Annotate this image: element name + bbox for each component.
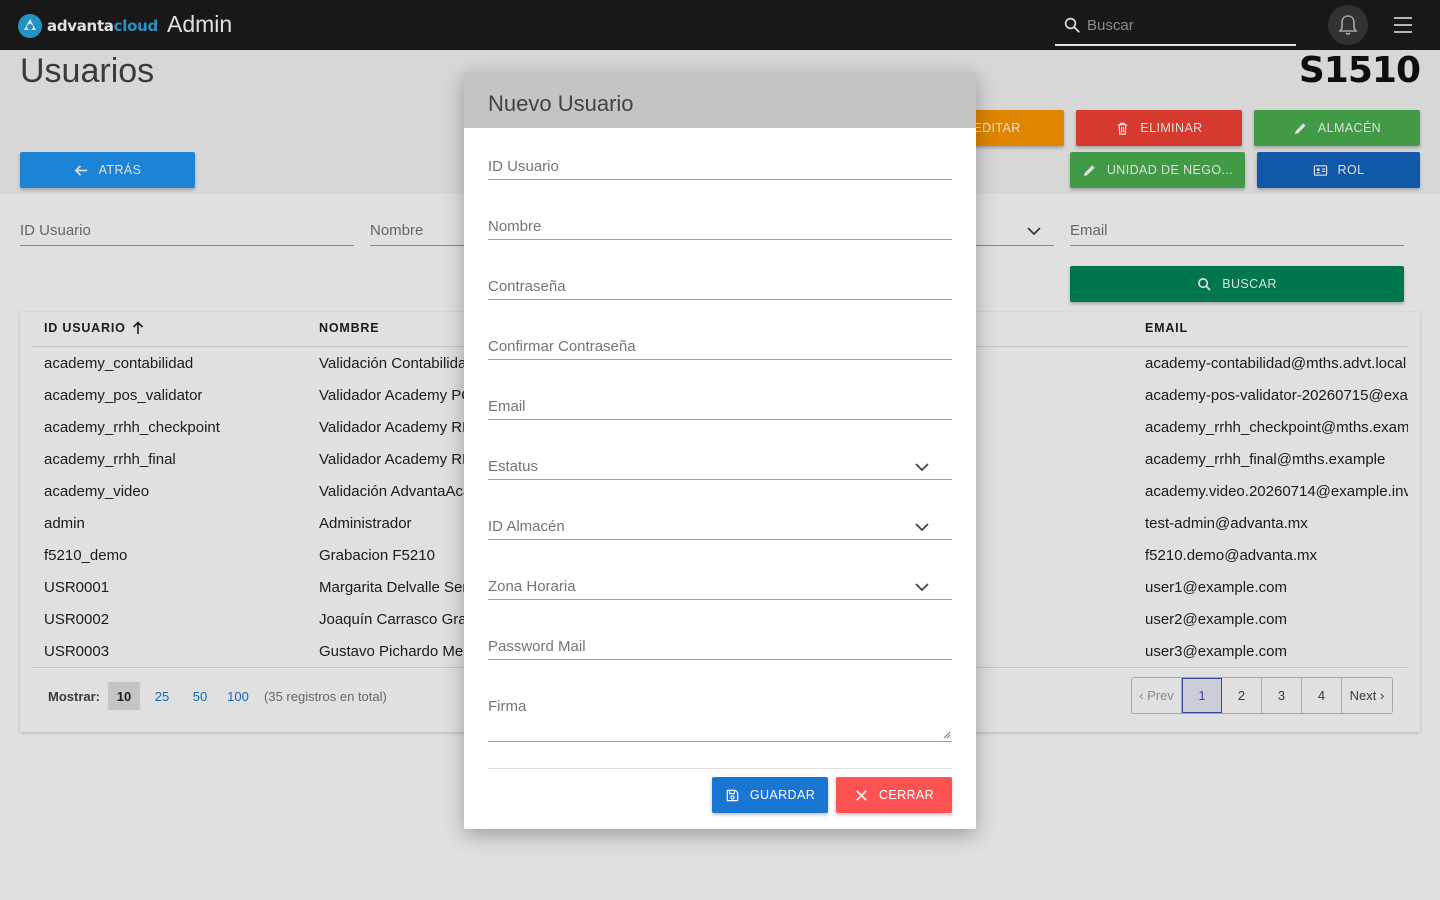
signature-textarea-label: Firma bbox=[488, 698, 527, 715]
password-field[interactable]: Contraseña bbox=[488, 264, 952, 300]
nombre-field[interactable]: Nombre bbox=[488, 204, 952, 240]
nombre-field-label: Nombre bbox=[488, 218, 542, 235]
email-field-label: Email bbox=[488, 398, 526, 415]
password-field-label: Contraseña bbox=[488, 278, 566, 295]
password-mail-field-label: Password Mail bbox=[488, 638, 586, 655]
save-button[interactable]: GUARDAR bbox=[712, 777, 828, 813]
new-user-dialog: Nuevo Usuario ID Usuario Nombre Contrase… bbox=[464, 72, 976, 829]
id-usuario-field-label: ID Usuario bbox=[488, 158, 559, 175]
timezone-select[interactable]: Zona Horaria bbox=[488, 564, 952, 600]
confirm-password-field[interactable]: Confirmar Contraseña bbox=[488, 324, 952, 360]
dialog-title: Nuevo Usuario bbox=[488, 91, 634, 116]
chevron-down-icon bbox=[915, 463, 929, 472]
warehouse-id-select-label: ID Almacén bbox=[488, 518, 565, 535]
save-button-label: GUARDAR bbox=[749, 788, 816, 802]
chevron-down-icon bbox=[915, 583, 929, 592]
signature-textarea[interactable]: Firma bbox=[488, 680, 952, 742]
confirm-password-field-label: Confirmar Contraseña bbox=[488, 338, 636, 355]
password-mail-field[interactable]: Password Mail bbox=[488, 624, 952, 660]
dialog-actions-divider bbox=[488, 768, 952, 769]
resize-grip-icon[interactable] bbox=[943, 731, 951, 739]
id-usuario-field[interactable]: ID Usuario bbox=[488, 144, 952, 180]
dialog-header: Nuevo Usuario bbox=[464, 72, 976, 128]
floppy-disk-icon bbox=[726, 789, 739, 801]
close-button[interactable]: CERRAR bbox=[836, 777, 952, 813]
close-icon bbox=[856, 789, 867, 801]
status-select-label: Estatus bbox=[488, 458, 539, 475]
status-select[interactable]: Estatus bbox=[488, 444, 952, 480]
email-field[interactable]: Email bbox=[488, 384, 952, 420]
timezone-select-label: Zona Horaria bbox=[488, 578, 576, 595]
close-button-label: CERRAR bbox=[878, 788, 935, 802]
chevron-down-icon bbox=[915, 523, 929, 532]
warehouse-id-select[interactable]: ID Almacén bbox=[488, 504, 952, 540]
